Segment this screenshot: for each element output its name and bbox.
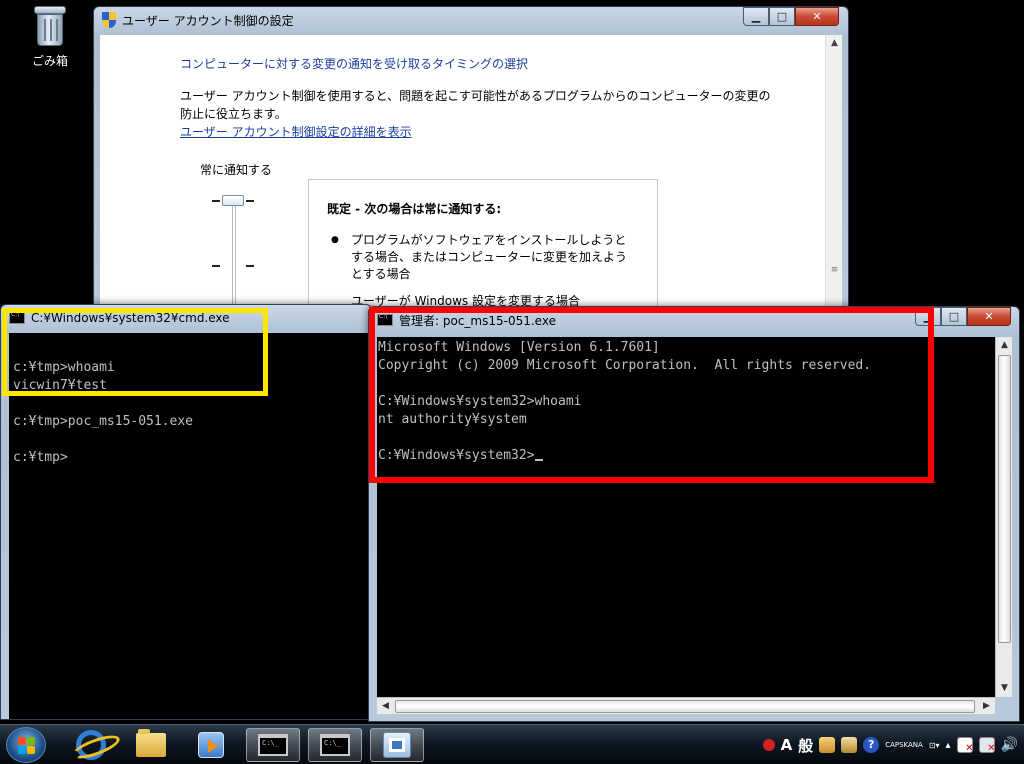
console-line: C:¥Windows¥system32>whoami xyxy=(378,394,582,409)
caps-kana-indicator: CAPS KANA xyxy=(885,741,923,750)
uac-scrollbar[interactable]: ▲ ≡ xyxy=(825,35,842,335)
console-icon: C:\_ xyxy=(320,734,350,756)
cmd-window-admin: 管理者: poc_ms15-051.exe ▁ □ ✕ Microsoft Wi… xyxy=(368,306,1020,722)
language-bar-icon[interactable] xyxy=(762,739,775,751)
text-cursor xyxy=(534,459,543,461)
taskbar-ie-button[interactable] xyxy=(64,728,118,762)
console-line: c:¥tmp> xyxy=(13,450,68,465)
console-icon xyxy=(377,313,393,326)
cmd-admin-console[interactable]: Microsoft Windows [Version 6.1.7601] Copy… xyxy=(377,337,995,697)
uac-shield-icon xyxy=(102,12,116,28)
uac-caption-buttons: ▁ □ ✕ xyxy=(743,7,839,26)
uac-bullet: プログラムがソフトウェアをインストールしようとする場合、またはコンピューターに変… xyxy=(331,232,631,283)
uac-settings-window: ユーザー アカウント制御の設定 ▁ □ ✕ コンピューターに対する変更の通知を受… xyxy=(93,6,849,336)
cmd-admin-caption-buttons: ▁ □ ✕ xyxy=(915,307,1011,326)
taskbar-media-player-button[interactable] xyxy=(184,728,238,762)
cmd-user-titlebar[interactable]: C:¥Windows¥system32¥cmd.exe xyxy=(1,305,371,331)
scroll-left-arrow-icon[interactable]: ◀ xyxy=(377,698,394,715)
windows-logo-icon xyxy=(27,737,35,745)
console-line: c:¥tmp>whoami xyxy=(13,360,115,375)
cmd-user-title: C:¥Windows¥system32¥cmd.exe xyxy=(31,311,230,325)
horizontal-scroll-thumb[interactable] xyxy=(395,700,975,713)
console-line: Copyright (c) 2009 Microsoft Corporation… xyxy=(378,358,872,373)
taskbar-control-panel-button[interactable] xyxy=(370,728,424,762)
windows-logo-icon xyxy=(18,746,26,754)
scroll-right-arrow-icon[interactable]: ▶ xyxy=(978,698,995,715)
console-icon: C:\_ xyxy=(258,734,288,756)
scroll-up-arrow-icon[interactable]: ▲ xyxy=(826,35,842,52)
volume-icon[interactable]: 🔊 xyxy=(1001,737,1018,753)
taskbar-cmd-button-2[interactable]: C:\_ xyxy=(308,728,362,762)
console-line: vicwin7¥test xyxy=(13,378,107,393)
uac-close-button[interactable]: ✕ xyxy=(795,7,839,26)
cmd-admin-title: 管理者: poc_ms15-051.exe xyxy=(399,313,556,328)
network-icon[interactable]: ✕ xyxy=(978,737,996,754)
slider-tick-right xyxy=(246,265,254,267)
start-button[interactable] xyxy=(6,727,46,763)
tray-options-icon[interactable]: ⊡▾ xyxy=(929,741,940,750)
uac-client-area: コンピューターに対する変更の通知を受け取るタイミングの選択 ユーザー アカウント… xyxy=(100,35,842,335)
cmd-admin-vertical-scrollbar[interactable]: ▲ ▼ xyxy=(995,337,1012,697)
cmd-admin-maximize-button[interactable]: □ xyxy=(941,307,967,326)
windows-logo-icon xyxy=(27,746,35,754)
cmd-admin-close-button[interactable]: ✕ xyxy=(967,307,1011,326)
cmd-user-console[interactable]: c:¥tmp>whoami vicwin7¥test c:¥tmp>poc_ms15… xyxy=(9,333,371,719)
uac-minimize-button[interactable]: ▁ xyxy=(743,7,769,26)
console-line: C:¥Windows¥system32> xyxy=(378,447,994,465)
uac-details-link[interactable]: ユーザー アカウント制御設定の詳細を表示 xyxy=(180,123,412,140)
taskbar-explorer-button[interactable] xyxy=(124,728,178,762)
show-hidden-icons-icon[interactable]: ▴ xyxy=(946,740,951,751)
taskbar: C:\_ C:\_ A 般 ? CAPS KANA ⊡▾ ▴ ✕ ✕ 🔊 xyxy=(0,724,1024,764)
slider-tick-left xyxy=(212,200,220,202)
slider-tick-right xyxy=(246,200,254,202)
internet-explorer-icon xyxy=(76,730,106,760)
scroll-down-arrow-icon[interactable]: ▼ xyxy=(996,680,1013,697)
notification-slider-thumb[interactable] xyxy=(222,195,244,206)
console-line: c:¥tmp>poc_ms15-051.exe xyxy=(13,414,194,429)
desktop: ごみ箱 ユーザー アカウント制御の設定 ▁ □ ✕ コンピューターに対する変更の… xyxy=(0,0,1024,764)
recycle-bin-label: ごみ箱 xyxy=(31,54,68,68)
kana-label: KANA xyxy=(903,740,923,749)
console-line: Microsoft Windows [Version 6.1.7601] xyxy=(378,340,660,355)
media-player-icon xyxy=(198,732,224,758)
ime-mode-indicator[interactable]: A xyxy=(781,736,793,754)
uac-heading: コンピューターに対する変更の通知を受け取るタイミングの選択 xyxy=(180,57,529,71)
taskbar-cmd-button-1[interactable]: C:\_ xyxy=(246,728,300,762)
ime-pad-icon[interactable] xyxy=(819,737,836,753)
uac-info-box: 既定 - 次の場合は常に通知する: プログラムがソフトウェアをインストールしよう… xyxy=(308,179,658,309)
windows-logo-icon xyxy=(18,737,26,745)
console-icon xyxy=(9,311,25,324)
recycle-bin-shortcut[interactable]: ごみ箱 xyxy=(18,4,82,69)
cmd-user-client: c:¥tmp>whoami vicwin7¥test c:¥tmp>poc_ms15… xyxy=(9,333,371,719)
uac-titlebar[interactable]: ユーザー アカウント制御の設定 xyxy=(94,7,848,33)
cmd-admin-minimize-button[interactable]: ▁ xyxy=(915,307,941,326)
caps-label: CAPS xyxy=(885,740,904,749)
control-panel-icon xyxy=(383,732,411,758)
scrollbar-grip-icon[interactable]: ≡ xyxy=(829,265,840,277)
vertical-scroll-thumb[interactable] xyxy=(998,355,1011,643)
folder-icon xyxy=(136,729,166,757)
slider-top-label: 常に通知する xyxy=(200,163,273,177)
slider-tick-left xyxy=(212,265,220,267)
console-line: nt authority¥system xyxy=(378,412,527,427)
uac-maximize-button[interactable]: □ xyxy=(769,7,795,26)
recycle-bin-icon xyxy=(32,4,68,48)
ime-dictionary-icon[interactable] xyxy=(841,737,858,753)
uac-window-title: ユーザー アカウント制御の設定 xyxy=(122,13,294,28)
scroll-up-arrow-icon[interactable]: ▲ xyxy=(996,337,1013,354)
help-icon[interactable]: ? xyxy=(863,737,880,753)
uac-description: ユーザー アカウント制御を使用すると、問題を起こす可能性があるプログラムからのコ… xyxy=(180,89,771,121)
ime-kanji-indicator[interactable]: 般 xyxy=(798,735,813,756)
action-center-flag-icon[interactable]: ✕ xyxy=(956,737,974,754)
uac-box-title: 既定 - 次の場合は常に通知する: xyxy=(327,202,502,216)
system-tray: A 般 ? CAPS KANA ⊡▾ ▴ ✕ ✕ 🔊 xyxy=(762,725,1024,764)
cmd-window-user: C:¥Windows¥system32¥cmd.exe c:¥tmp>whoam… xyxy=(0,304,372,720)
cmd-admin-horizontal-scrollbar[interactable]: ◀ ▶ xyxy=(377,697,995,714)
